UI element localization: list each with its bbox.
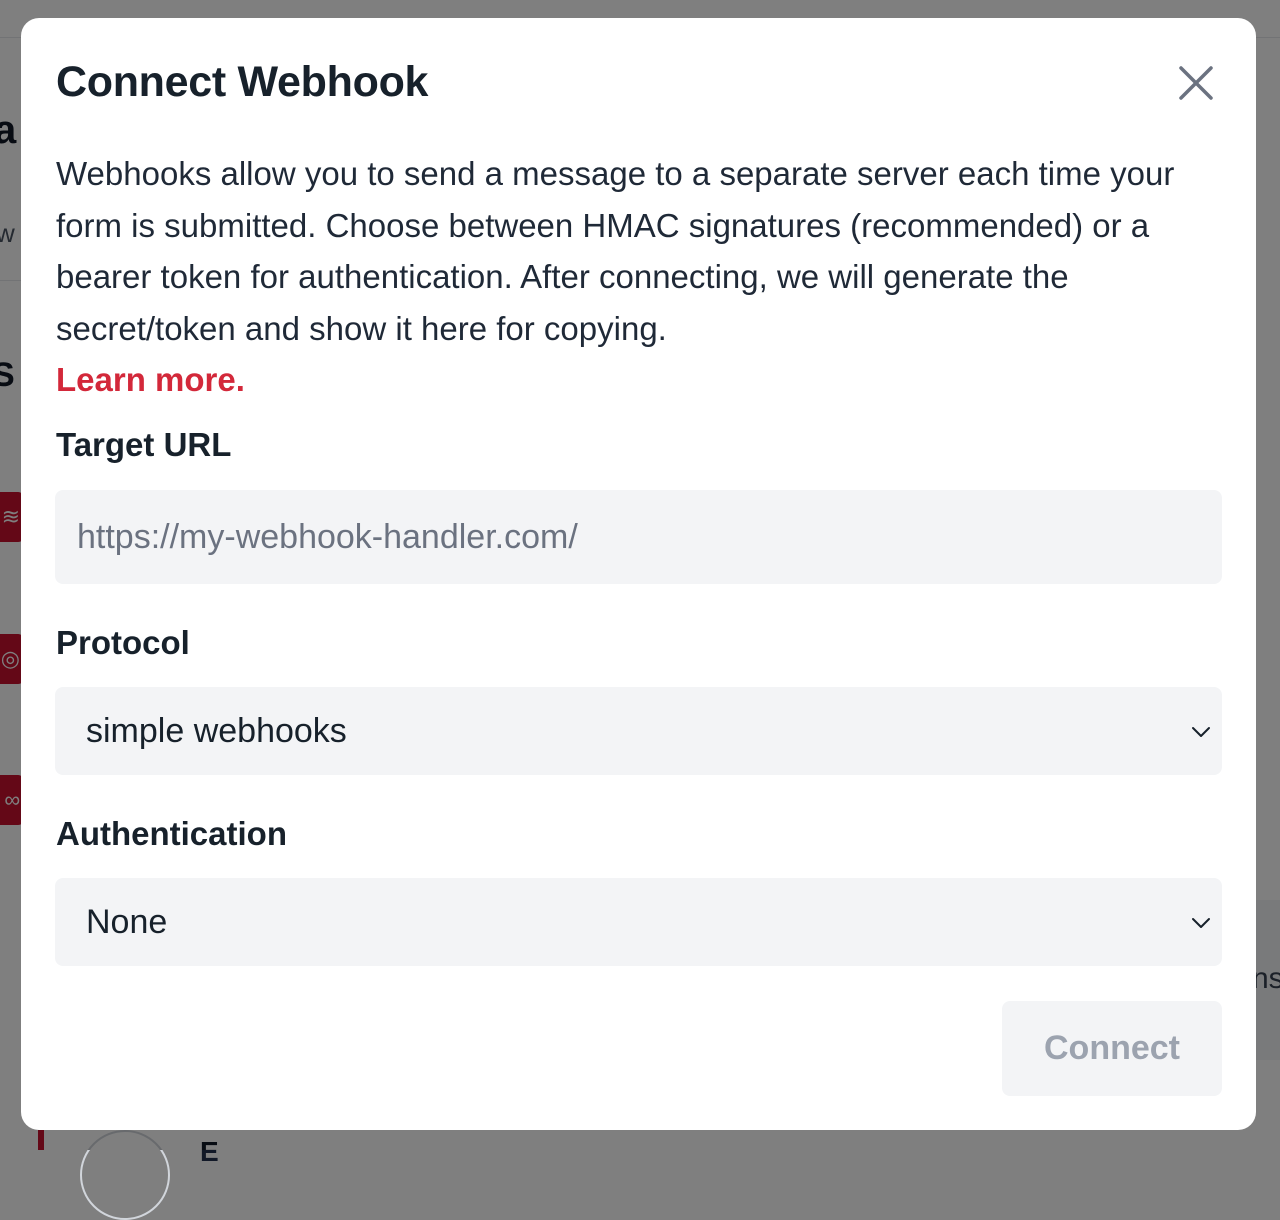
protocol-select[interactable]: simple webhooks	[55, 687, 1222, 775]
learn-more-link[interactable]: Learn more.	[56, 354, 1226, 406]
close-button[interactable]	[1175, 62, 1217, 104]
authentication-select[interactable]: None	[55, 878, 1222, 966]
chevron-down-icon	[1192, 727, 1210, 737]
protocol-label: Protocol	[56, 624, 190, 661]
close-icon	[1179, 66, 1213, 100]
dialog-title: Connect Webhook	[56, 58, 429, 106]
protocol-selected-value: simple webhooks	[86, 712, 347, 750]
target-url-input[interactable]	[55, 490, 1222, 584]
target-url-label: Target URL	[56, 426, 232, 463]
authentication-selected-value: None	[86, 903, 168, 941]
chevron-down-icon	[1192, 918, 1210, 928]
dialog-description: Webhooks allow you to send a message to …	[56, 148, 1226, 406]
connect-button[interactable]: Connect	[1002, 1001, 1222, 1096]
authentication-label: Authentication	[56, 815, 287, 852]
description-text: Webhooks allow you to send a message to …	[56, 155, 1175, 347]
connect-webhook-dialog: Connect Webhook Webhooks allow you to se…	[21, 18, 1256, 1130]
